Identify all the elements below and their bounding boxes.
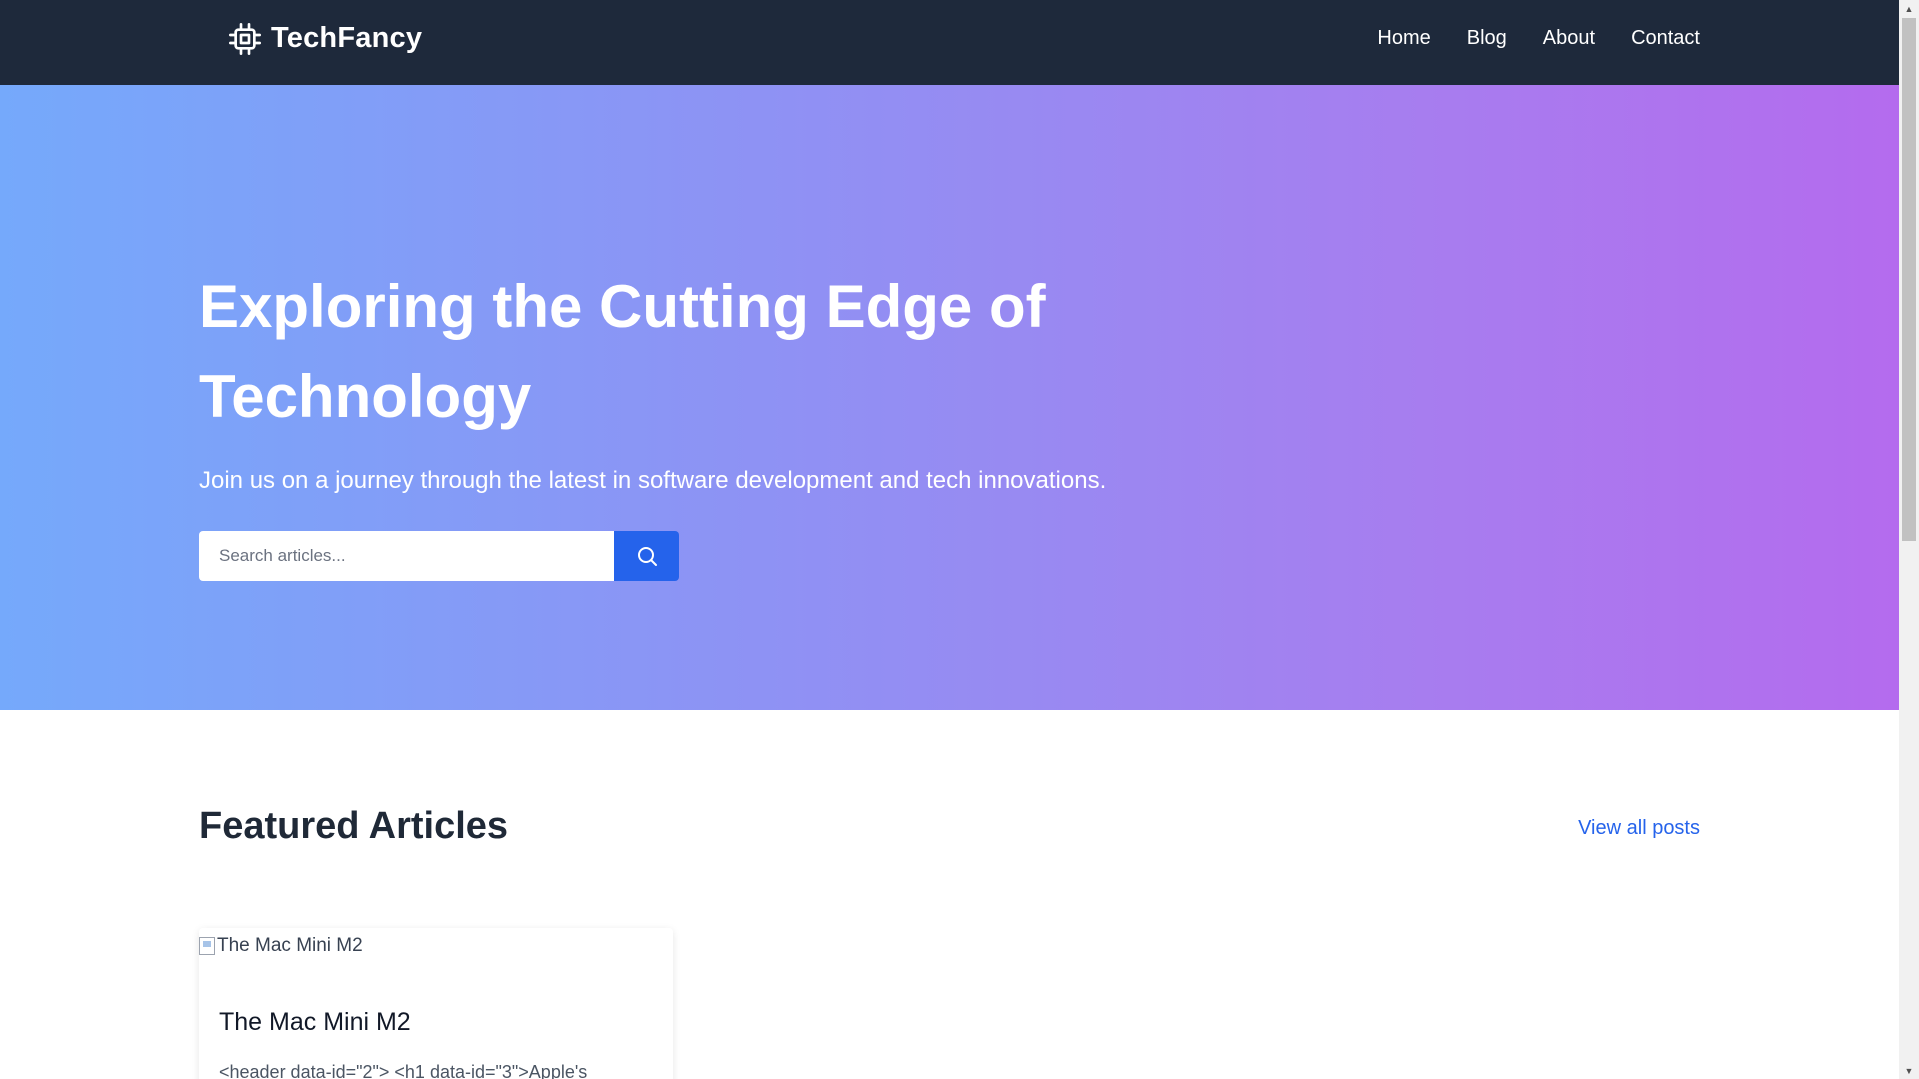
hero-subtitle: Join us on a journey through the latest … [199, 467, 1107, 494]
vertical-scrollbar[interactable]: ▲ ▼ [1899, 0, 1919, 1079]
article-title[interactable]: The Mac Mini M2 [219, 1008, 411, 1037]
scrollbar-thumb[interactable] [1902, 18, 1916, 541]
scroll-down-arrow-icon[interactable]: ▼ [1899, 1062, 1919, 1079]
scroll-up-arrow-icon[interactable]: ▲ [1899, 0, 1919, 17]
hero-title: Exploring the Cutting Edge of Technology [199, 273, 1046, 430]
search-icon [637, 547, 657, 566]
brand-logo[interactable]: TechFancy [229, 22, 422, 55]
nav-link-about[interactable]: About [1543, 27, 1595, 50]
nav-link-blog[interactable]: Blog [1467, 27, 1507, 50]
broken-image-icon [199, 937, 215, 955]
search-form [199, 531, 679, 581]
nav-link-home[interactable]: Home [1377, 27, 1430, 50]
cpu-chip-icon [229, 22, 261, 55]
hero-section: Exploring the Cutting Edge of Technology… [0, 85, 1899, 710]
search-button[interactable] [614, 531, 679, 581]
view-all-posts-link[interactable]: View all posts [1578, 817, 1700, 840]
top-navbar: TechFancy Home Blog About Contact [0, 0, 1899, 85]
featured-articles-heading: Featured Articles [199, 805, 509, 847]
search-input[interactable] [199, 531, 614, 581]
nav-links: Home Blog About Contact [1377, 27, 1700, 50]
article-image-alt: The Mac Mini M2 [217, 935, 363, 956]
article-image: The Mac Mini M2 [199, 928, 363, 964]
article-card[interactable]: The Mac Mini M2 The Mac Mini M2 <header … [199, 928, 673, 1079]
brand-name: TechFancy [271, 22, 423, 54]
page: TechFancy Home Blog About Contact Explor… [0, 0, 1899, 1079]
article-excerpt: <header data-id="2"> <h1 data-id="3">App… [219, 1062, 588, 1079]
nav-link-contact[interactable]: Contact [1631, 27, 1700, 50]
